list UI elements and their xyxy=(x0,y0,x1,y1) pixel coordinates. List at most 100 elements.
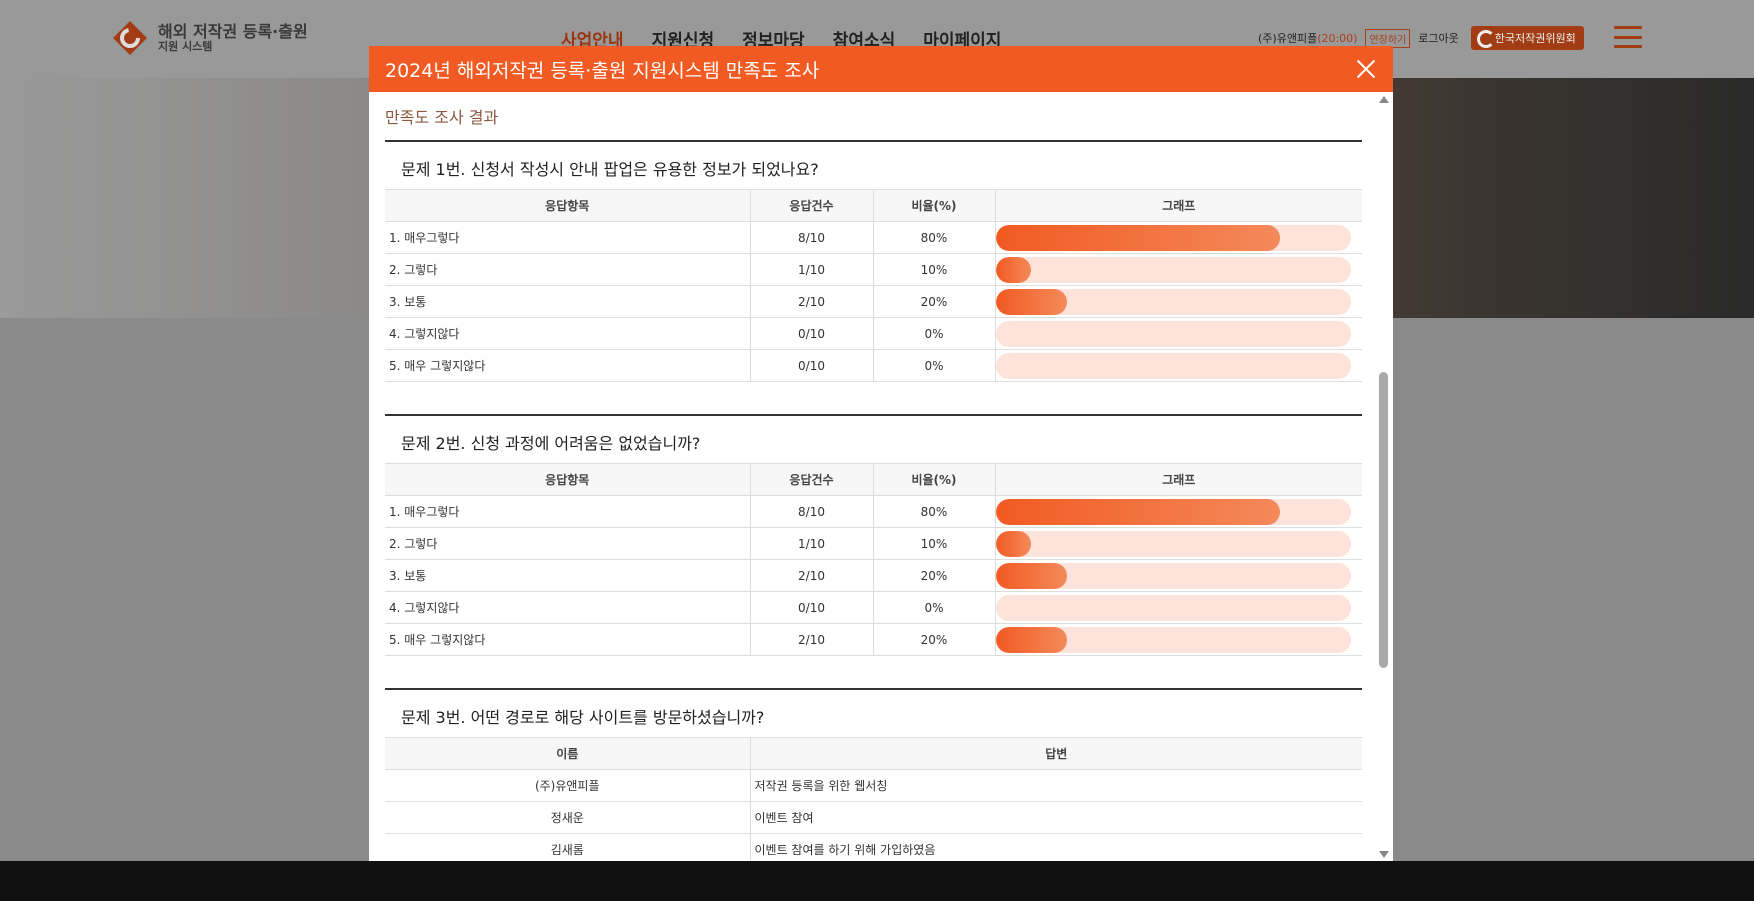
bar-track xyxy=(995,224,1351,251)
table-row: 1. 매우그렇다 8/10 80% xyxy=(385,495,1362,528)
header-name: 이름 xyxy=(385,737,750,770)
bar-track xyxy=(995,530,1351,557)
response-graph xyxy=(994,623,1362,656)
committee-link[interactable]: 한국저작권위원회 xyxy=(1470,26,1584,50)
question-title: 문제 1번. 신청서 작성시 안내 팝업은 유용한 정보가 되었나요? xyxy=(401,160,819,179)
respondent-name: (주)유앤피플 xyxy=(385,769,750,802)
response-ratio: 20% xyxy=(872,285,995,318)
question-title: 문제 3번. 어떤 경로로 해당 사이트를 방문하셨습니까? xyxy=(401,708,765,727)
response-graph xyxy=(994,285,1362,318)
bar-track xyxy=(995,594,1351,621)
table-row: 5. 매우 그렇지않다 2/10 20% xyxy=(385,623,1362,656)
table-row: 3. 보통 2/10 20% xyxy=(385,559,1362,592)
header-answer: 답변 xyxy=(749,737,1362,770)
respondent-name: 김새롬 xyxy=(385,833,750,861)
extend-session-button[interactable]: 연장하기 xyxy=(1365,28,1411,48)
response-count: 2/10 xyxy=(749,285,873,318)
section-title: 만족도 조사 결과 xyxy=(385,108,499,127)
response-item: 5. 매우 그렇지않다 xyxy=(385,349,750,382)
response-graph xyxy=(994,253,1362,286)
hamburger-menu-icon[interactable] xyxy=(1614,26,1642,48)
response-graph xyxy=(994,349,1362,382)
question-block-2: 문제 2번. 신청 과정에 어려움은 없었습니까? 응답항목 응답건수 비율(%… xyxy=(385,414,1362,656)
response-item: 5. 매우 그렇지않다 xyxy=(385,623,750,656)
response-ratio: 80% xyxy=(872,495,995,528)
table-row: 4. 그렇지않다 0/10 0% xyxy=(385,591,1362,624)
answers-table: 이름 답변 (주)유앤피플 저작권 등록을 위한 웹서칭 정새운 이벤트 참여 김새롬 이… xyxy=(385,737,1362,861)
bar-fill xyxy=(995,562,1067,589)
header-graph: 그래프 xyxy=(994,463,1362,496)
question-block-1: 문제 1번. 신청서 작성시 안내 팝업은 유용한 정보가 되었나요? 응답항목… xyxy=(385,140,1362,382)
bar-track xyxy=(995,626,1351,653)
table-row: 1. 매우그렇다 8/10 80% xyxy=(385,221,1362,254)
response-graph xyxy=(994,495,1362,528)
table-row: 2. 그렇다 1/10 10% xyxy=(385,527,1362,560)
bar-track xyxy=(995,562,1351,589)
user-info: (주)유앤피플(20:00) xyxy=(1258,30,1357,46)
bar-fill xyxy=(995,498,1280,525)
response-ratio: 10% xyxy=(872,253,995,286)
header-ratio: 비율(%) xyxy=(872,189,995,222)
table-row: 5. 매우 그렇지않다 0/10 0% xyxy=(385,349,1362,382)
table-row: 4. 그렇지않다 0/10 0% xyxy=(385,317,1362,350)
respondent-answer: 저작권 등록을 위한 웹서칭 xyxy=(749,769,1362,802)
response-ratio: 20% xyxy=(872,559,995,592)
response-item: 4. 그렇지않다 xyxy=(385,591,750,624)
bar-fill xyxy=(995,626,1067,653)
modal-body[interactable]: 만족도 조사 결과 문제 1번. 신청서 작성시 안내 팝업은 유용한 정보가 … xyxy=(369,92,1393,861)
close-icon[interactable] xyxy=(1355,58,1377,80)
bar-track xyxy=(995,288,1351,315)
response-ratio: 80% xyxy=(872,221,995,254)
session-time: (20:00) xyxy=(1317,32,1358,45)
results-table: 응답항목 응답건수 비율(%) 그래프 1. 매우그렇다 8/10 80% 2. 그렇… xyxy=(385,463,1362,656)
response-item: 4. 그렇지않다 xyxy=(385,317,750,350)
modal-header: 2024년 해외저작권 등록·출원 지원시스템 만족도 조사 xyxy=(369,46,1393,92)
site-logo[interactable]: 해외 저작권 등록·출원 지원 시스템 xyxy=(110,18,308,58)
header-ratio: 비율(%) xyxy=(872,463,995,496)
results-table: 응답항목 응답건수 비율(%) 그래프 1. 매우그렇다 8/10 80% 2. 그렇… xyxy=(385,189,1362,382)
response-ratio: 0% xyxy=(872,317,995,350)
bar-fill xyxy=(995,224,1280,251)
header-item: 응답항목 xyxy=(385,189,750,222)
user-name: (주)유앤피플 xyxy=(1258,32,1318,45)
response-graph xyxy=(994,317,1362,350)
bar-fill xyxy=(995,288,1067,315)
response-ratio: 10% xyxy=(872,527,995,560)
table-row: 3. 보통 2/10 20% xyxy=(385,285,1362,318)
question-block-3: 문제 3번. 어떤 경로로 해당 사이트를 방문하셨습니까? 이름 답변 (주)… xyxy=(385,688,1362,861)
table-row: (주)유앤피플 저작권 등록을 위한 웹서칭 xyxy=(385,769,1362,802)
response-item: 3. 보통 xyxy=(385,559,750,592)
header-item: 응답항목 xyxy=(385,463,750,496)
bar-track xyxy=(995,498,1351,525)
response-graph xyxy=(994,559,1362,592)
response-ratio: 0% xyxy=(872,349,995,382)
response-count: 0/10 xyxy=(749,349,873,382)
response-graph xyxy=(994,221,1362,254)
respondent-answer: 이벤트 참여를 하기 위해 가입하였음 xyxy=(749,833,1362,861)
footer xyxy=(0,861,1754,901)
response-graph xyxy=(994,591,1362,624)
logout-link[interactable]: 로그아웃 xyxy=(1418,30,1458,46)
response-ratio: 0% xyxy=(872,591,995,624)
survey-modal: 2024년 해외저작권 등록·출원 지원시스템 만족도 조사 만족도 조사 결과… xyxy=(369,46,1393,861)
response-item: 1. 매우그렇다 xyxy=(385,221,750,254)
modal-content: 만족도 조사 결과 문제 1번. 신청서 작성시 안내 팝업은 유용한 정보가 … xyxy=(385,92,1362,861)
logo-title: 해외 저작권 등록·출원 xyxy=(158,21,308,41)
logo-subtitle: 지원 시스템 xyxy=(158,39,213,53)
header-graph: 그래프 xyxy=(994,189,1362,222)
response-item: 3. 보통 xyxy=(385,285,750,318)
respondent-answer: 이벤트 참여 xyxy=(749,801,1362,834)
bar-fill xyxy=(995,256,1031,283)
response-item: 1. 매우그렇다 xyxy=(385,495,750,528)
modal-scrollbar[interactable] xyxy=(1375,92,1393,861)
table-row: 김새롬 이벤트 참여를 하기 위해 가입하였음 xyxy=(385,833,1362,861)
response-ratio: 20% xyxy=(872,623,995,656)
scroll-down-arrow-icon[interactable] xyxy=(1379,851,1389,858)
scroll-thumb[interactable] xyxy=(1379,372,1388,668)
response-count: 8/10 xyxy=(749,495,873,528)
header-count: 응답건수 xyxy=(749,189,873,222)
response-count: 1/10 xyxy=(749,527,873,560)
scroll-up-arrow-icon[interactable] xyxy=(1379,96,1389,103)
response-graph xyxy=(994,527,1362,560)
modal-title: 2024년 해외저작권 등록·출원 지원시스템 만족도 조사 xyxy=(385,59,820,82)
